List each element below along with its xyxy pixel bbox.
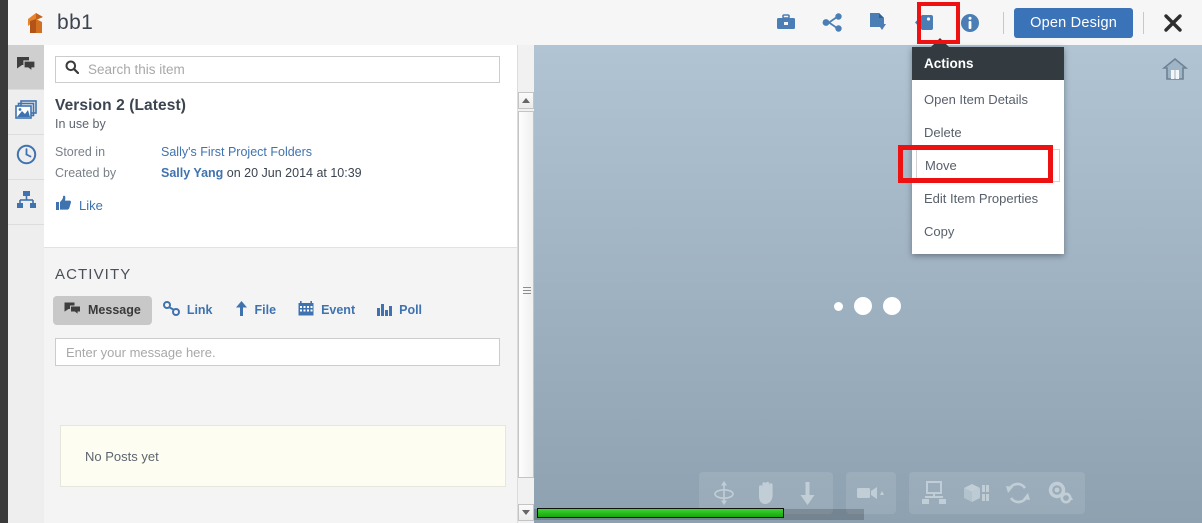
sidebar-item-gallery[interactable] xyxy=(8,90,44,135)
item-info-block: Version 2 (Latest) In use by Stored in S… xyxy=(44,83,534,216)
item-details-panel: Version 2 (Latest) In use by Stored in S… xyxy=(44,45,534,523)
scroll-down-button[interactable] xyxy=(518,504,534,521)
bar-chart-icon xyxy=(377,302,393,319)
meta-row-created-by: Created by Sally Yang on 20 Jun 2014 at … xyxy=(55,165,520,182)
sidebar-item-versions[interactable] xyxy=(8,135,44,180)
tab-poll[interactable]: Poll xyxy=(366,296,433,325)
images-icon xyxy=(15,100,37,124)
design-viewport[interactable] xyxy=(534,45,1202,523)
left-icon-rail xyxy=(8,45,45,523)
page-title: bb1 xyxy=(57,10,94,34)
top-bar-actions: Open Design xyxy=(763,7,1202,38)
search-icon xyxy=(65,60,80,79)
chat-icon xyxy=(16,56,36,78)
tag-icon[interactable] xyxy=(907,8,941,38)
pan-hand-icon[interactable] xyxy=(747,476,785,510)
actions-icon[interactable] xyxy=(861,8,895,38)
created-by-date: on 20 Jun 2014 at 10:39 xyxy=(223,166,362,180)
version-title: Version 2 (Latest) xyxy=(55,97,187,114)
dot-indicator xyxy=(834,301,843,311)
no-posts-message: No Posts yet xyxy=(60,425,506,487)
tab-label: Link xyxy=(186,303,213,317)
like-label: Like xyxy=(79,198,103,213)
zoom-arrow-icon[interactable] xyxy=(789,476,827,510)
scroll-up-button[interactable] xyxy=(518,92,534,109)
menu-item-open-item-details[interactable]: Open Item Details xyxy=(912,83,1064,116)
tab-label: Poll xyxy=(399,303,423,317)
scrollbar-thumb[interactable] xyxy=(518,111,534,478)
hierarchy-icon xyxy=(16,190,37,214)
message-icon xyxy=(64,302,81,319)
menu-item-move[interactable]: Move xyxy=(916,149,1060,182)
upload-arrow-icon xyxy=(235,301,248,319)
activity-heading: ACTIVITY xyxy=(55,266,132,283)
divider xyxy=(1003,11,1005,34)
tab-label: File xyxy=(254,303,277,317)
search-box[interactable] xyxy=(55,56,500,83)
camera-icon[interactable] xyxy=(852,476,890,510)
meta-label: Created by xyxy=(55,166,117,180)
message-input[interactable] xyxy=(55,338,500,366)
activity-section: ACTIVITY Message Link File Event Poll En… xyxy=(44,248,534,523)
model-tool-group xyxy=(909,472,1085,514)
tab-link[interactable]: Link xyxy=(152,295,224,325)
top-bar-left: bb1 xyxy=(8,9,763,37)
actions-menu-list: Open Item Details Delete Move Edit Item … xyxy=(912,80,1064,254)
tab-label: Event xyxy=(321,303,356,317)
stored-in-link[interactable]: Sally's First Project Folders xyxy=(161,145,312,159)
loading-dots xyxy=(834,297,901,315)
refresh-sync-icon[interactable] xyxy=(999,476,1037,510)
sidebar-item-activity[interactable] xyxy=(8,45,44,90)
display-monitor-icon[interactable] xyxy=(915,476,953,510)
calendar-icon xyxy=(298,301,314,319)
divider xyxy=(1143,11,1144,34)
menu-item-delete[interactable]: Delete xyxy=(912,116,1064,149)
orbit-icon[interactable] xyxy=(705,476,743,510)
settings-gears-icon[interactable] xyxy=(1041,476,1079,510)
application-window: bb1 Open Design Search this item Version… xyxy=(0,0,1202,523)
meta-value: Sally Yang on 20 Jun 2014 at 10:39 xyxy=(161,165,362,182)
camera-tool-group xyxy=(846,472,896,514)
scrollbar-grip-icon xyxy=(523,287,531,296)
autodesk-logo-icon xyxy=(22,9,48,37)
activity-tabs: Message Link File Event Poll xyxy=(44,283,534,325)
search-input[interactable] xyxy=(86,61,499,78)
info-icon[interactable] xyxy=(953,8,987,38)
tab-message[interactable]: Message xyxy=(53,295,152,325)
thumbs-up-icon xyxy=(55,195,72,216)
menu-item-edit-item-properties[interactable]: Edit Item Properties xyxy=(912,182,1064,215)
tab-event[interactable]: Event xyxy=(287,295,366,325)
actions-dropdown-menu: Actions Open Item Details Delete Move Ed… xyxy=(912,47,1064,254)
share-icon[interactable] xyxy=(815,8,849,38)
meta-value: Sally's First Project Folders xyxy=(161,144,312,161)
menu-item-copy[interactable]: Copy xyxy=(912,215,1064,248)
meta-label: Stored in xyxy=(55,145,106,159)
sidebar-item-structure[interactable] xyxy=(8,180,44,225)
cube-model-icon[interactable] xyxy=(957,476,995,510)
like-button[interactable]: Like xyxy=(55,195,520,216)
top-bar: bb1 Open Design xyxy=(8,0,1202,46)
close-icon[interactable] xyxy=(1158,8,1188,38)
in-use-by-label: In use by xyxy=(55,117,106,131)
dot-indicator xyxy=(883,297,901,315)
chevron-up-icon xyxy=(522,98,530,103)
tab-file[interactable]: File xyxy=(224,295,288,325)
created-by-link[interactable]: Sally Yang xyxy=(161,166,223,180)
briefcase-icon[interactable] xyxy=(769,8,803,38)
dot-indicator xyxy=(854,297,872,315)
meta-row-stored-in: Stored in Sally's First Project Folders xyxy=(55,144,520,161)
actions-menu-header: Actions xyxy=(912,47,1064,80)
progress-bar-fill xyxy=(537,508,784,518)
panel-scrollbar[interactable] xyxy=(517,45,534,523)
open-design-button[interactable]: Open Design xyxy=(1014,7,1133,38)
chevron-down-icon xyxy=(522,510,530,515)
clock-icon xyxy=(16,144,37,170)
home-icon[interactable] xyxy=(1161,57,1189,86)
tab-label: Message xyxy=(88,303,141,317)
link-icon xyxy=(162,301,180,319)
actions-menu-caret xyxy=(931,38,949,47)
